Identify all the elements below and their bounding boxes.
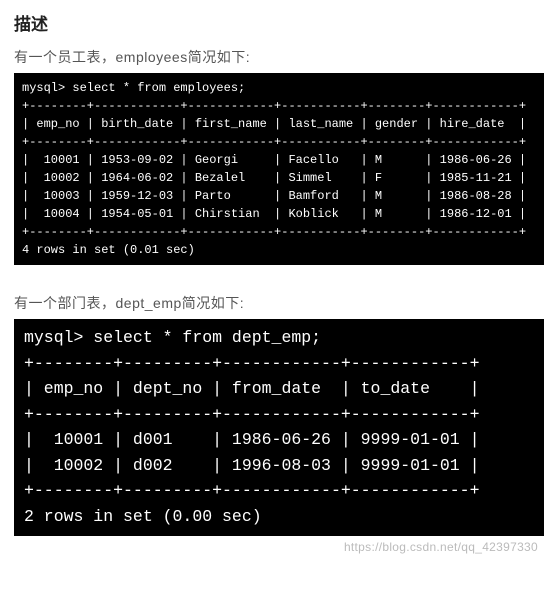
watermark: https://blog.csdn.net/qq_42397330 <box>14 540 544 554</box>
page-heading: 描述 <box>14 10 544 35</box>
section2-intro: 有一个部门表，dept_emp简况如下: <box>14 293 544 313</box>
terminal-employees: mysql> select * from employees; +-------… <box>14 73 544 265</box>
terminal-dept-emp: mysql> select * from dept_emp; +--------… <box>14 319 544 536</box>
section1-intro: 有一个员工表，employees简况如下: <box>14 47 544 67</box>
